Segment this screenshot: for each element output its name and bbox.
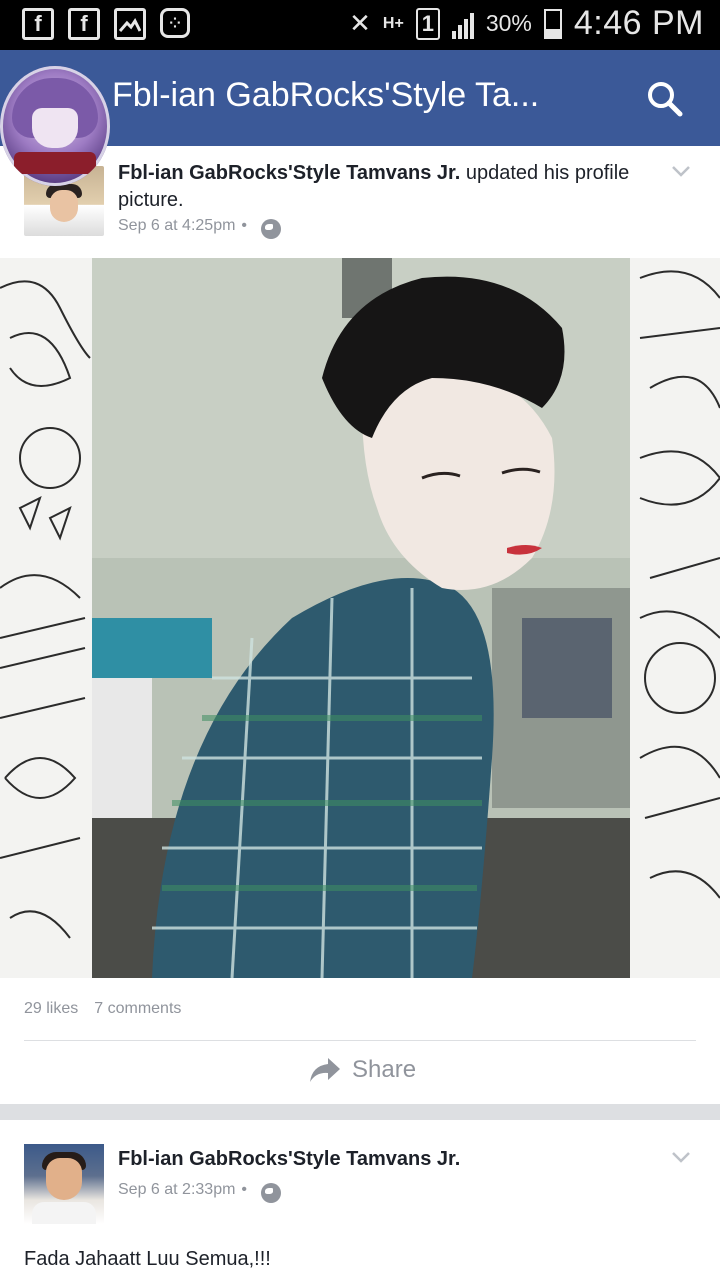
photo-subject xyxy=(92,258,630,978)
author-name[interactable]: Fbl-ian GabRocks'Style Tamvans Jr. xyxy=(118,1148,460,1171)
reaction-counts: 29 likes 7 comments xyxy=(24,1000,181,1018)
author-avatar[interactable] xyxy=(24,1144,104,1224)
bbm-icon: ⁘ xyxy=(160,8,190,38)
share-button[interactable]: Share xyxy=(308,1056,416,1084)
system-status: ✕ H+ 1 30% 4:46 PM xyxy=(349,4,704,43)
page-title: Fbl-ian GabRocks'Style Ta... xyxy=(112,76,540,114)
facebook-notification-icon: f xyxy=(22,8,54,40)
globe-icon xyxy=(261,1183,282,1203)
post-text: Fada Jahaatt Luu Semua,!!! xyxy=(24,1248,271,1270)
author-name[interactable]: Fbl-ian GabRocks'Style Tamvans Jr. xyxy=(118,162,460,184)
post-meta: Sep 6 at 2:33pm • xyxy=(118,1180,282,1203)
share-arrow-icon xyxy=(310,1058,340,1082)
facebook-notification-icon: f xyxy=(68,8,100,40)
post-date[interactable]: Sep 6 at 4:25pm xyxy=(118,217,235,235)
status-bar: f f ⁘ ✕ H+ 1 30% 4:46 PM xyxy=(0,0,720,50)
post-meta: Sep 6 at 4:25pm • xyxy=(118,216,282,239)
feed-separator xyxy=(0,1104,720,1120)
divider xyxy=(24,1040,696,1041)
share-label: Share xyxy=(352,1056,417,1083)
battery-percent: 30% xyxy=(485,10,532,36)
sim-indicator: 1 xyxy=(415,7,440,40)
signal-icon xyxy=(451,9,474,39)
chevron-down-icon[interactable] xyxy=(670,160,692,182)
mute-icon: ✕ xyxy=(349,8,371,38)
likes-count[interactable]: 29 likes xyxy=(24,1000,78,1018)
network-type: H+ xyxy=(382,14,404,32)
post-date[interactable]: Sep 6 at 2:33pm xyxy=(118,1181,235,1199)
battery-icon xyxy=(543,8,562,39)
gallery-icon xyxy=(114,8,146,40)
chevron-down-icon[interactable] xyxy=(670,1146,692,1168)
meta-separator: • xyxy=(241,1181,248,1198)
notification-icons: f f ⁘ xyxy=(22,8,190,40)
clock: 4:46 PM xyxy=(573,4,704,42)
globe-icon xyxy=(261,219,282,239)
search-icon[interactable] xyxy=(646,80,684,118)
comments-count[interactable]: 7 comments xyxy=(94,1000,181,1018)
chat-head-avatar[interactable] xyxy=(0,66,110,186)
portrait-illustration xyxy=(92,258,630,978)
meta-separator: • xyxy=(241,217,248,234)
profile-picture-photo[interactable] xyxy=(0,258,720,978)
post-header: Fbl-ian GabRocks'Style Tamvans Jr. updat… xyxy=(118,160,638,214)
